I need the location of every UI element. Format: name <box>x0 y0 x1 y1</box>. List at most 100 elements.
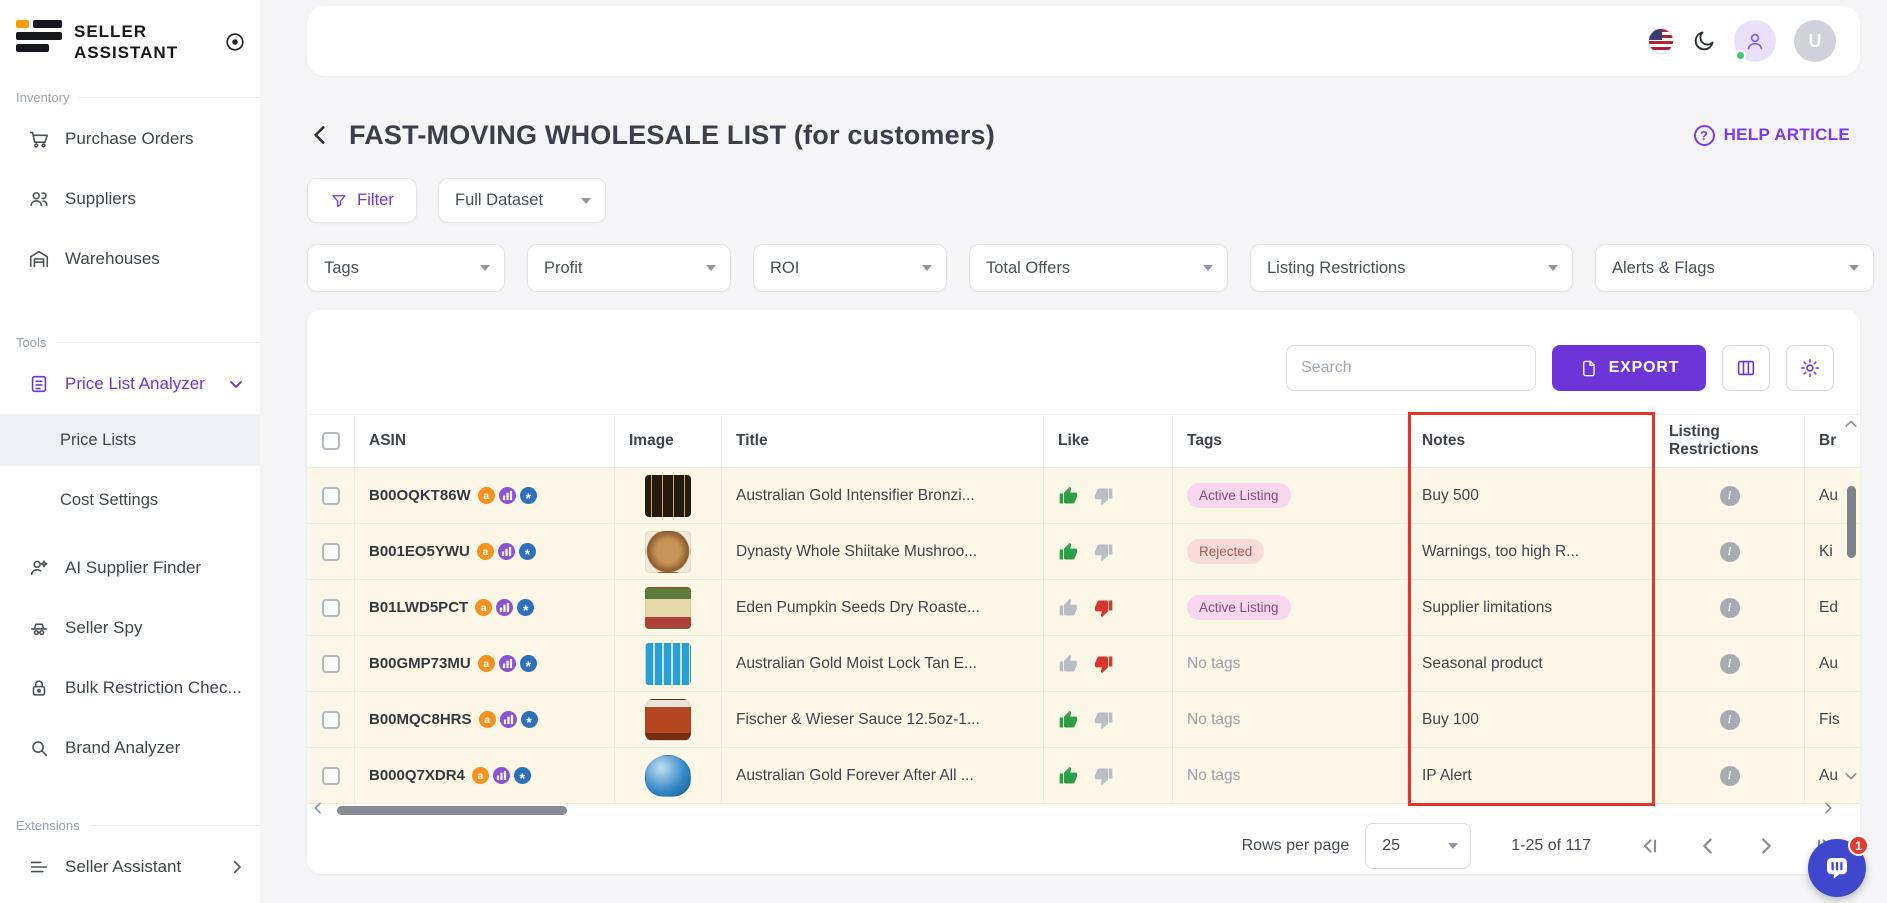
select-all-checkbox[interactable] <box>322 432 340 450</box>
keepa-icon[interactable]: * <box>520 655 537 672</box>
sidebar-item-seller-assistant-extension[interactable]: Seller Assistant <box>0 837 260 897</box>
sidebar-item-brand-analyzer[interactable]: Brand Analyzer <box>0 718 260 778</box>
thumbs-up-icon[interactable] <box>1058 766 1078 786</box>
row-checkbox[interactable] <box>322 599 340 617</box>
product-image[interactable] <box>645 475 691 517</box>
amazon-icon[interactable]: a <box>477 543 494 560</box>
product-image[interactable] <box>645 755 691 797</box>
sidebar-subitem-cost-settings[interactable]: Cost Settings <box>0 474 260 526</box>
thumbs-up-icon[interactable] <box>1058 598 1078 618</box>
row-checkbox[interactable] <box>322 487 340 505</box>
next-page-button[interactable] <box>1755 835 1777 857</box>
listing-restrictions-filter-select[interactable]: Listing Restrictions <box>1250 244 1573 292</box>
column-header-tags[interactable]: Tags <box>1173 415 1408 467</box>
stats-icon[interactable] <box>498 543 515 560</box>
row-checkbox[interactable] <box>322 543 340 561</box>
sidebar-item-ai-supplier-finder[interactable]: AI Supplier Finder <box>0 538 260 598</box>
keepa-icon[interactable]: * <box>514 767 531 784</box>
amazon-icon[interactable]: a <box>472 767 489 784</box>
filter-button[interactable]: Filter <box>307 178 417 223</box>
previous-page-button[interactable] <box>1697 835 1719 857</box>
stats-icon[interactable] <box>500 711 517 728</box>
keepa-icon[interactable]: * <box>521 711 538 728</box>
tags-filter-select[interactable]: Tags <box>307 244 505 292</box>
asin-link[interactable]: B00MQC8HRS <box>369 711 472 728</box>
row-checkbox[interactable] <box>322 767 340 785</box>
thumbs-down-icon[interactable] <box>1094 710 1114 730</box>
language-flag-icon[interactable] <box>1648 28 1674 54</box>
rows-per-page-select[interactable]: 25 <box>1365 823 1471 869</box>
sidebar-item-bulk-restriction-checker[interactable]: Bulk Restriction Chec... <box>0 658 260 718</box>
sidebar-item-warehouses[interactable]: Warehouses <box>0 229 260 289</box>
note-cell[interactable]: Buy 100 <box>1408 692 1655 747</box>
column-header-asin[interactable]: ASIN <box>355 415 615 467</box>
column-header-like[interactable]: Like <box>1044 415 1173 467</box>
row-checkbox[interactable] <box>322 655 340 673</box>
thumbs-down-icon[interactable] <box>1094 486 1114 506</box>
table-settings-button[interactable] <box>1786 345 1834 391</box>
help-article-link[interactable]: ? HELP ARTICLE <box>1694 125 1850 146</box>
thumbs-up-icon[interactable] <box>1058 654 1078 674</box>
note-cell[interactable]: IP Alert <box>1408 748 1655 803</box>
thumbs-down-icon[interactable] <box>1094 542 1114 562</box>
vscroll-up-arrow-icon[interactable] <box>1843 416 1859 432</box>
vscroll-down-arrow-icon[interactable] <box>1843 768 1859 784</box>
alerts-flags-filter-select[interactable]: Alerts & Flags <box>1595 244 1874 292</box>
info-icon[interactable]: i <box>1720 654 1740 674</box>
sidebar-item-seller-spy[interactable]: Seller Spy <box>0 598 260 658</box>
thumbs-up-icon[interactable] <box>1058 542 1078 562</box>
stats-icon[interactable] <box>499 655 516 672</box>
hscroll-right-arrow-icon[interactable] <box>1820 800 1836 816</box>
vertical-scrollbar[interactable] <box>1847 486 1856 558</box>
amazon-icon[interactable]: a <box>479 711 496 728</box>
note-cell[interactable]: Buy 500 <box>1408 468 1655 523</box>
sidebar-subitem-price-lists[interactable]: Price Lists <box>0 414 260 466</box>
asin-link[interactable]: B00GMP73MU <box>369 655 471 672</box>
user-avatar[interactable]: U <box>1794 20 1836 62</box>
search-input[interactable] <box>1286 345 1536 391</box>
note-cell[interactable]: Supplier limitations <box>1408 580 1655 635</box>
product-image[interactable] <box>645 587 691 629</box>
info-icon[interactable]: i <box>1720 542 1740 562</box>
asin-link[interactable]: B000Q7XDR4 <box>369 767 465 784</box>
thumbs-down-icon[interactable] <box>1094 766 1114 786</box>
note-cell[interactable]: Seasonal product <box>1408 636 1655 691</box>
dark-mode-icon[interactable] <box>1692 29 1716 53</box>
export-button[interactable]: EXPORT <box>1552 345 1706 391</box>
column-header-image[interactable]: Image <box>615 415 722 467</box>
info-icon[interactable]: i <box>1720 598 1740 618</box>
info-icon[interactable]: i <box>1720 766 1740 786</box>
columns-settings-button[interactable] <box>1722 345 1770 391</box>
back-icon[interactable] <box>307 122 333 148</box>
horizontal-scrollbar[interactable] <box>337 806 567 815</box>
thumbs-up-icon[interactable] <box>1058 710 1078 730</box>
column-header-title[interactable]: Title <box>722 415 1044 467</box>
chat-widget-button[interactable]: 1 <box>1808 839 1866 897</box>
roi-filter-select[interactable]: ROI <box>753 244 947 292</box>
keepa-icon[interactable]: * <box>519 543 536 560</box>
amazon-icon[interactable]: a <box>475 599 492 616</box>
column-header-notes[interactable]: Notes <box>1408 415 1655 467</box>
profit-filter-select[interactable]: Profit <box>527 244 731 292</box>
amazon-icon[interactable]: a <box>478 655 495 672</box>
thumbs-up-icon[interactable] <box>1058 486 1078 506</box>
asin-link[interactable]: B001EO5YWU <box>369 543 470 560</box>
info-icon[interactable]: i <box>1720 486 1740 506</box>
product-image[interactable] <box>645 699 691 741</box>
thumbs-down-icon[interactable] <box>1094 654 1114 674</box>
column-header-listing-restrictions[interactable]: Listing Restrictions <box>1655 415 1805 467</box>
keepa-icon[interactable]: * <box>520 487 537 504</box>
hscroll-left-arrow-icon[interactable] <box>310 800 326 816</box>
sidebar-item-suppliers[interactable]: Suppliers <box>0 169 260 229</box>
sidebar-item-price-list-analyzer[interactable]: Price List Analyzer <box>0 354 260 414</box>
info-icon[interactable]: i <box>1720 710 1740 730</box>
thumbs-down-icon[interactable] <box>1094 598 1114 618</box>
product-image[interactable] <box>645 531 691 573</box>
dataset-select[interactable]: Full Dataset <box>438 178 606 223</box>
total-offers-filter-select[interactable]: Total Offers <box>969 244 1228 292</box>
first-page-button[interactable] <box>1639 835 1661 857</box>
stats-icon[interactable] <box>496 599 513 616</box>
keepa-icon[interactable]: * <box>517 599 534 616</box>
asin-link[interactable]: B01LWD5PCT <box>369 599 468 616</box>
sidebar-item-purchase-orders[interactable]: Purchase Orders <box>0 109 260 169</box>
